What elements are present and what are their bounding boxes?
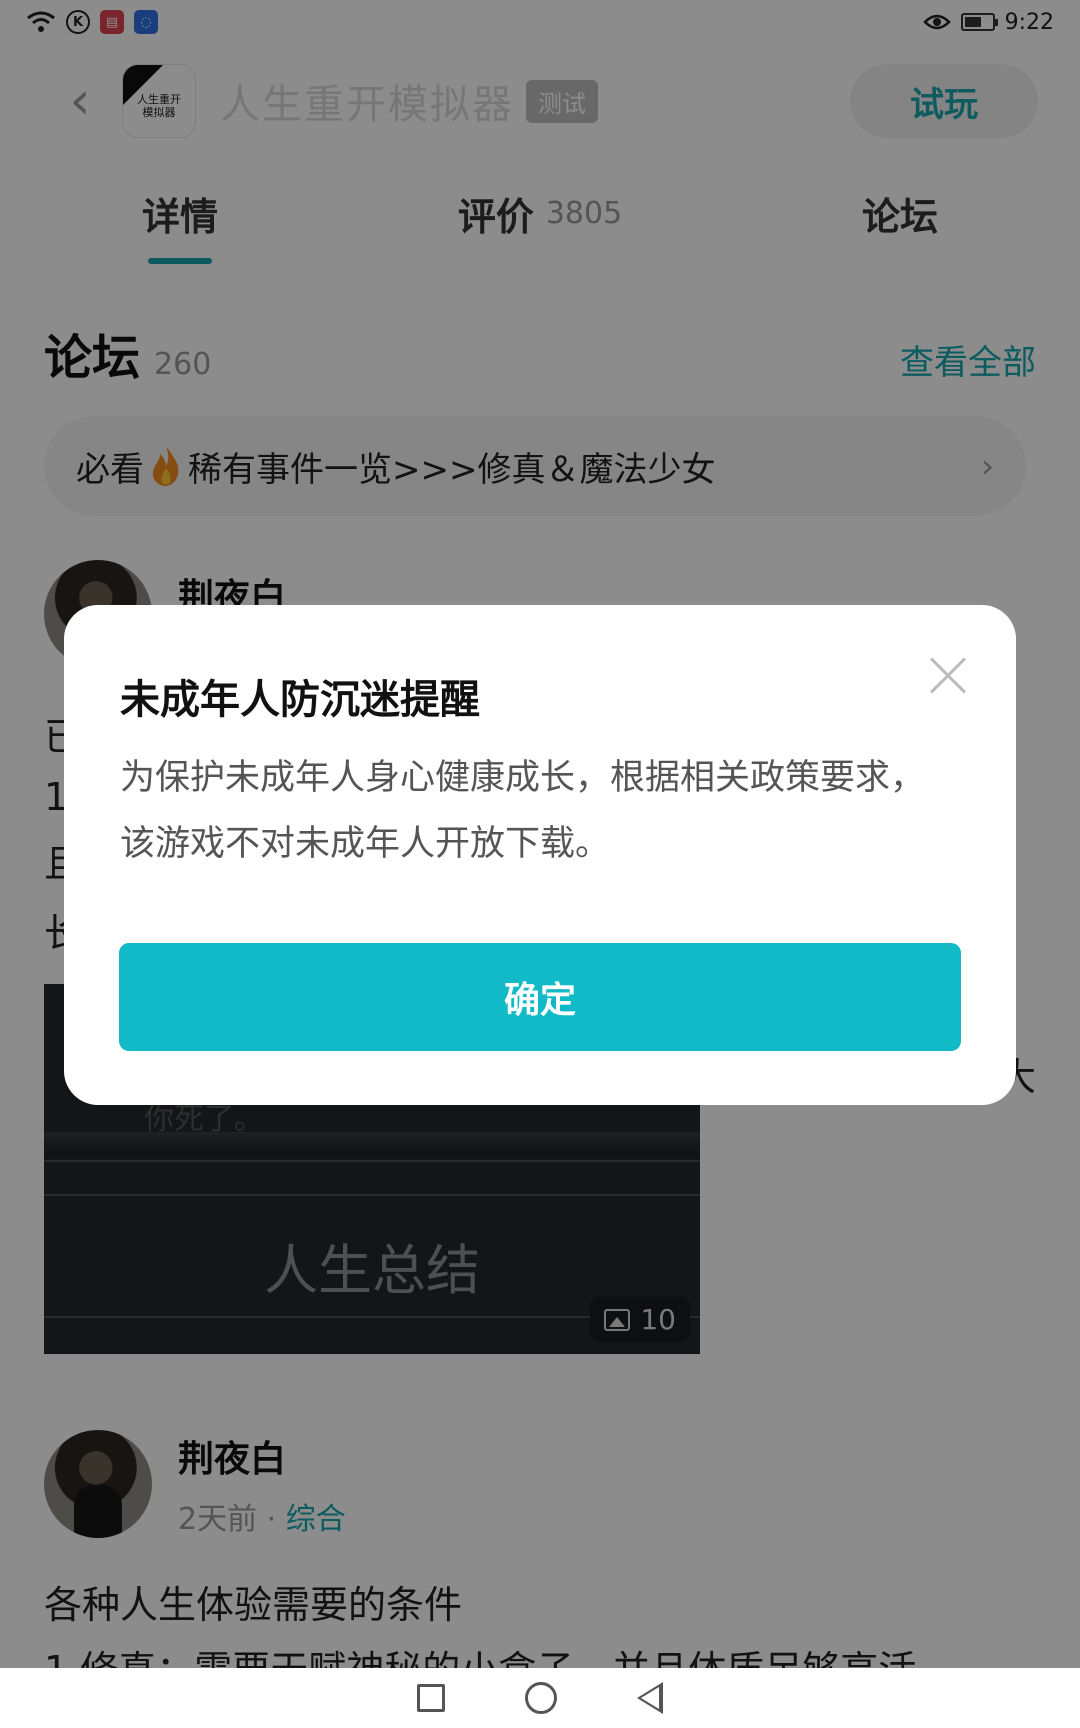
close-icon[interactable] xyxy=(928,655,968,695)
dialog-message: 为保护未成年人身心健康成长，根据相关政策要求，该游戏不对未成年人开放下载。 xyxy=(120,758,926,864)
app-logo-text: 人生重开 模拟器 xyxy=(137,93,181,119)
back-icon[interactable] xyxy=(637,1682,663,1714)
dialog-title: 未成年人防沉迷提醒 xyxy=(120,677,480,723)
confirm-button[interactable]: 确定 xyxy=(119,943,961,1051)
system-nav-bar xyxy=(0,1668,1080,1728)
anti-addiction-dialog: 未成年人防沉迷提醒 为保护未成年人身心健康成长，根据相关政策要求，该游戏不对未成… xyxy=(64,605,1016,1105)
recent-apps-icon[interactable] xyxy=(417,1684,445,1712)
home-icon[interactable] xyxy=(525,1682,557,1714)
